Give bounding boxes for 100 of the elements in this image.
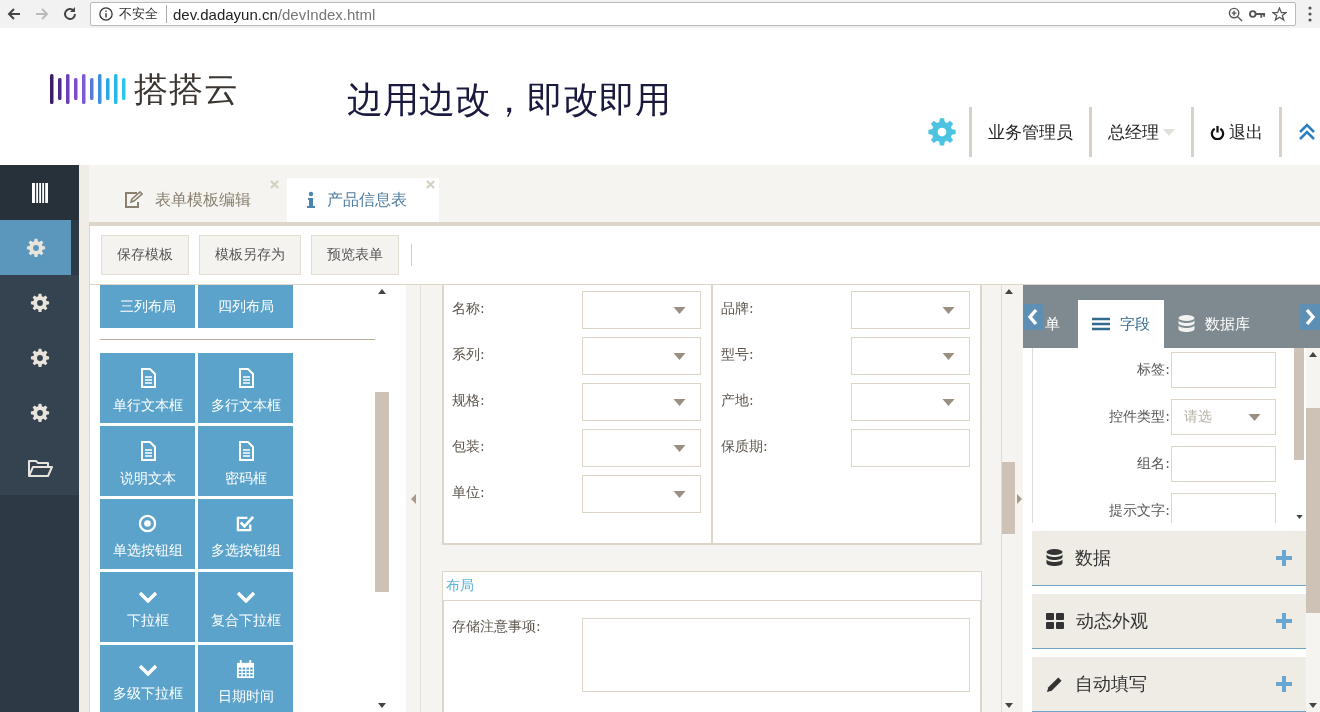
toolbar-button[interactable]: 预览表单 bbox=[311, 235, 399, 275]
input-field[interactable] bbox=[1171, 493, 1276, 524]
component-button[interactable]: 单行文本框 bbox=[100, 353, 195, 423]
component-button[interactable]: 多选按钮组 bbox=[198, 499, 293, 569]
field-label: 包装: bbox=[452, 437, 486, 456]
input-field[interactable] bbox=[1171, 352, 1276, 388]
forward-icon[interactable] bbox=[34, 6, 50, 22]
gear-icon bbox=[29, 292, 50, 313]
scrollbar-thumb[interactable] bbox=[1294, 348, 1304, 460]
component-button[interactable]: 说明文本 bbox=[100, 426, 195, 496]
field-label: 产地: bbox=[721, 391, 755, 410]
position-dropdown[interactable]: 总经理 bbox=[1108, 120, 1159, 144]
key-icon[interactable] bbox=[1249, 9, 1266, 19]
pencil-icon bbox=[1046, 675, 1063, 693]
accordion-header[interactable]: 自动填写 bbox=[1032, 657, 1306, 712]
caret-icon bbox=[673, 306, 686, 314]
slogan: 边用边改，即改即用 bbox=[347, 78, 671, 122]
sidebar-item[interactable] bbox=[0, 275, 79, 330]
info-icon bbox=[307, 191, 315, 209]
power-icon[interactable] bbox=[1210, 124, 1225, 140]
columns-icon bbox=[31, 182, 48, 203]
property-label: 组名: bbox=[1136, 455, 1171, 473]
component-button[interactable]: 密码框 bbox=[198, 426, 293, 496]
chevron-down-icon bbox=[137, 590, 158, 603]
select-field[interactable] bbox=[582, 337, 701, 375]
component-button[interactable]: 日期时间 bbox=[198, 645, 293, 712]
back-icon[interactable] bbox=[6, 6, 22, 22]
field-label: 保质期: bbox=[721, 437, 769, 456]
address-bar[interactable]: 不安全 dev.dadayun.cn/devIndex.html bbox=[90, 2, 1296, 26]
component-button[interactable]: 三列布局 bbox=[100, 285, 195, 328]
reload-icon[interactable] bbox=[62, 6, 78, 22]
calendar-icon bbox=[236, 660, 255, 679]
select-field[interactable] bbox=[582, 475, 701, 513]
input-field[interactable] bbox=[1171, 446, 1276, 482]
close-icon[interactable] bbox=[270, 180, 279, 189]
collapse-handle-icon[interactable] bbox=[410, 493, 416, 504]
chevron-down-icon bbox=[235, 590, 256, 603]
select-field[interactable] bbox=[582, 291, 701, 329]
caret-icon bbox=[673, 444, 686, 452]
caret-icon bbox=[942, 398, 955, 406]
info-icon bbox=[99, 7, 113, 21]
select-field[interactable] bbox=[582, 383, 701, 421]
field-label: 存储注意事项: bbox=[452, 617, 542, 636]
select-field[interactable] bbox=[851, 383, 970, 421]
tab[interactable]: 表单模板编辑 bbox=[103, 178, 283, 222]
field-label: 系列: bbox=[452, 345, 486, 364]
gear-icon bbox=[29, 347, 50, 368]
panel-tab[interactable]: 字段 bbox=[1078, 300, 1164, 348]
scroll-up-icon[interactable] bbox=[1309, 352, 1317, 357]
select-field[interactable]: 请选 bbox=[1171, 399, 1276, 435]
component-button[interactable]: 四列布局 bbox=[198, 285, 293, 328]
checkbox-icon bbox=[236, 514, 255, 533]
toolbar-button[interactable]: 模板另存为 bbox=[199, 235, 301, 275]
scroll-down-icon[interactable] bbox=[378, 703, 386, 708]
select-field[interactable] bbox=[851, 291, 970, 329]
scrollbar-thumb[interactable] bbox=[375, 392, 389, 592]
scrollbar-thumb[interactable] bbox=[1002, 462, 1015, 534]
chevron-down-icon bbox=[137, 663, 158, 676]
component-button[interactable]: 复合下拉框 bbox=[198, 572, 293, 642]
zoom-icon[interactable] bbox=[1228, 6, 1243, 22]
document-icon bbox=[139, 367, 156, 388]
menu-icon[interactable] bbox=[1308, 6, 1312, 22]
select-field[interactable] bbox=[582, 429, 701, 467]
tab[interactable]: 产品信息表 bbox=[287, 178, 439, 222]
component-button[interactable]: 多行文本框 bbox=[198, 353, 293, 423]
caret-icon bbox=[673, 490, 686, 498]
sidebar-item[interactable] bbox=[0, 440, 79, 495]
scroll-left-icon[interactable] bbox=[1023, 304, 1043, 330]
select-field[interactable] bbox=[851, 337, 970, 375]
panel-tab[interactable]: 数据库 bbox=[1164, 300, 1264, 348]
input-field[interactable] bbox=[851, 429, 970, 467]
caret-icon bbox=[673, 352, 686, 360]
scroll-right-icon[interactable] bbox=[1300, 304, 1320, 330]
caret-icon[interactable] bbox=[1163, 128, 1175, 136]
toolbar-button[interactable]: 保存模板 bbox=[101, 235, 189, 275]
user-role-link[interactable]: 业务管理员 bbox=[969, 107, 1089, 157]
folder-icon bbox=[26, 457, 53, 478]
close-icon[interactable] bbox=[426, 180, 435, 189]
property-label: 控件类型: bbox=[1108, 408, 1171, 426]
accordion-header[interactable]: 动态外观 bbox=[1032, 594, 1306, 650]
star-icon[interactable] bbox=[1272, 6, 1287, 22]
text-area[interactable] bbox=[582, 618, 970, 692]
logout-link[interactable]: 退出 bbox=[1229, 120, 1263, 144]
list-icon bbox=[1092, 317, 1110, 331]
component-button[interactable]: 下拉框 bbox=[100, 572, 195, 642]
scroll-down-icon[interactable] bbox=[1295, 515, 1303, 520]
accordion-header[interactable]: 数据 bbox=[1032, 531, 1306, 587]
scroll-up-icon[interactable] bbox=[378, 289, 386, 294]
field-label: 型号: bbox=[721, 345, 755, 364]
scroll-down-icon[interactable] bbox=[1004, 703, 1013, 708]
component-button[interactable]: 单选按钮组 bbox=[100, 499, 195, 569]
caret-icon bbox=[942, 306, 955, 314]
collapse-icon[interactable] bbox=[1298, 123, 1316, 141]
scroll-down-icon[interactable] bbox=[1309, 703, 1317, 708]
sidebar-item[interactable] bbox=[0, 165, 79, 220]
panel-tab[interactable]: 单 bbox=[1043, 300, 1078, 348]
scroll-up-icon[interactable] bbox=[1004, 289, 1013, 294]
scrollbar-thumb[interactable] bbox=[1306, 408, 1320, 613]
logo-text: 搭搭云 bbox=[134, 68, 239, 111]
component-button[interactable]: 多级下拉框 bbox=[100, 645, 195, 712]
